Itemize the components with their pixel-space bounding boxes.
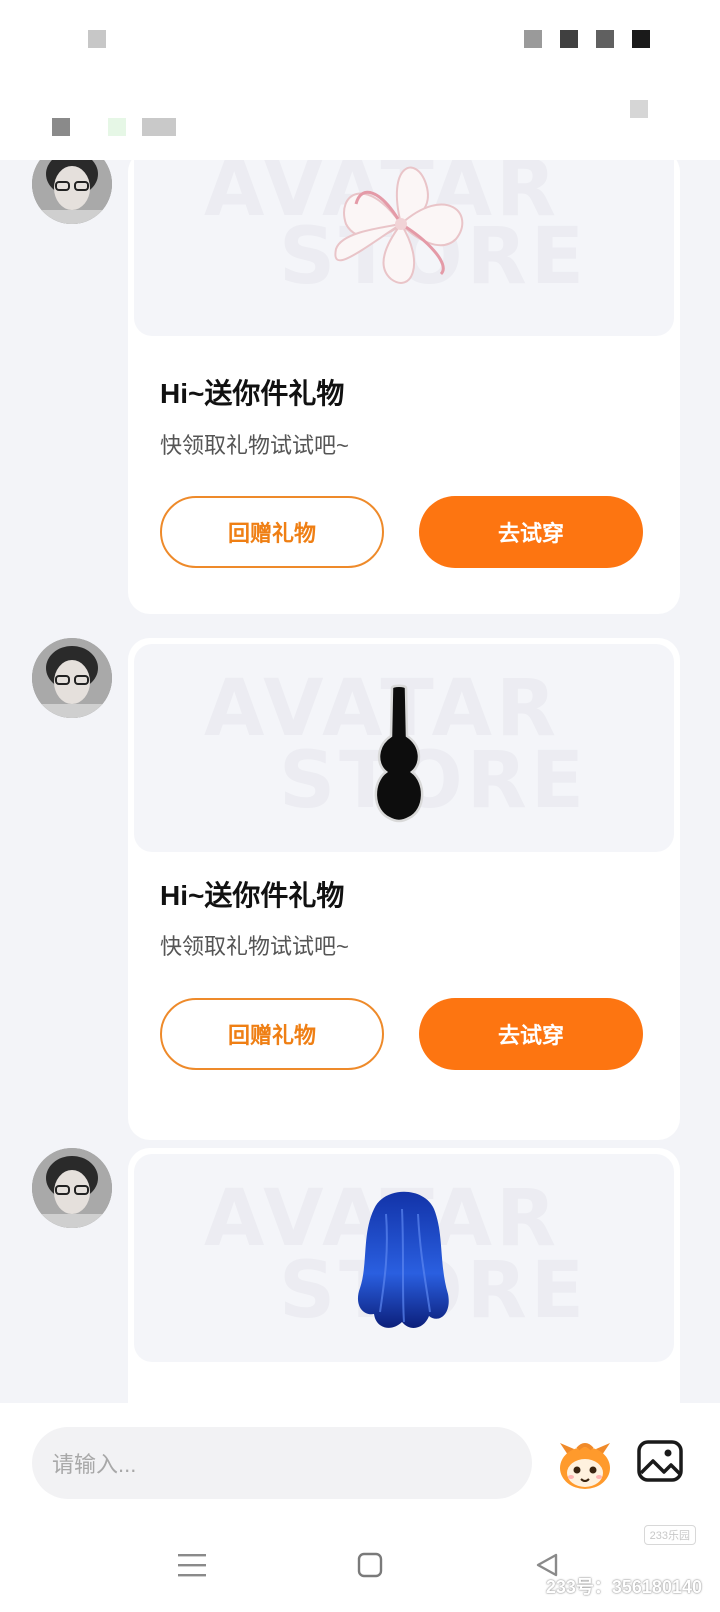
- gift-card: AVATAR STORE Hi~送你件礼物 快领取礼物试试吧~ 回赠礼物 去试穿: [128, 638, 680, 1140]
- home-square-icon[interactable]: [357, 1552, 383, 1578]
- return-gift-button[interactable]: 回赠礼物: [160, 998, 384, 1070]
- blue-long-hair-image: [357, 1191, 449, 1328]
- avatar-portrait: [32, 1148, 112, 1228]
- header-name-blurred: [142, 118, 176, 136]
- gift-card-subtitle: 快领取礼物试试吧~: [160, 433, 349, 458]
- status-battery-blurred: [632, 30, 650, 48]
- gift-preview[interactable]: AVATAR STORE: [134, 644, 674, 852]
- sender-avatar[interactable]: [32, 638, 112, 718]
- image-picker-icon[interactable]: [636, 1437, 684, 1485]
- status-wifi-blurred: [560, 30, 578, 48]
- sender-avatar[interactable]: [32, 1148, 112, 1228]
- avatar-portrait: [32, 160, 112, 224]
- status-data-blurred: [596, 30, 614, 48]
- platform-watermark-badge: 233乐园: [643, 1525, 696, 1545]
- back-button-blurred[interactable]: [52, 118, 70, 136]
- gift-card-title: Hi~送你件礼物: [160, 378, 345, 409]
- flower-hair-accessory-image: [334, 166, 464, 284]
- message-list[interactable]: AVATAR STORE Hi~送你件礼物 快领取礼物试试吧~ 回赠礼物 去试穿: [0, 160, 720, 1403]
- gift-preview[interactable]: AVATAR STORE: [134, 1154, 674, 1362]
- chat-header: [0, 80, 720, 160]
- chat-input-bar: 请输入...: [0, 1403, 720, 1523]
- gift-card: AVATAR STORE Hi~送你件礼物 快领取礼物试试吧~ 回赠礼物 去试穿: [128, 160, 680, 614]
- gift-preview[interactable]: AVATAR STORE: [134, 160, 674, 336]
- status-bar: [0, 0, 720, 80]
- system-navigation-bar: 233乐园 233号：356180140: [0, 1523, 720, 1612]
- header-more-blurred[interactable]: [630, 100, 648, 118]
- try-on-button[interactable]: 去试穿: [419, 998, 643, 1070]
- guitar-case-image: [374, 684, 424, 823]
- gift-card-title: Hi~送你件礼物: [160, 880, 345, 911]
- menu-icon[interactable]: [178, 1553, 206, 1577]
- status-signal-blurred: [524, 30, 542, 48]
- platform-watermark-id: 233号：356180140: [545, 1577, 702, 1597]
- mascot-emoji-icon[interactable]: [556, 1435, 614, 1493]
- status-time-blurred: [88, 30, 106, 48]
- try-on-button[interactable]: 去试穿: [419, 496, 643, 568]
- header-status-dot-blurred: [108, 118, 126, 136]
- gift-card-subtitle: 快领取礼物试试吧~: [160, 934, 349, 959]
- gift-card: AVATAR STORE: [128, 1148, 680, 1403]
- return-gift-button[interactable]: 回赠礼物: [160, 496, 384, 568]
- avatar-portrait: [32, 638, 112, 718]
- message-input[interactable]: 请输入...: [32, 1427, 532, 1499]
- sender-avatar[interactable]: [32, 160, 112, 224]
